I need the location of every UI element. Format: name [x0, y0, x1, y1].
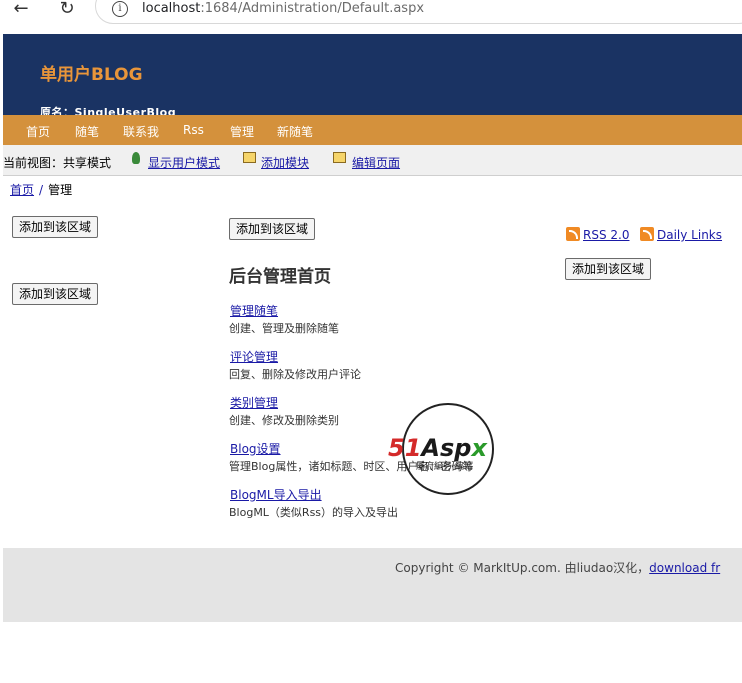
current-view-label: 当前视图：共享模式 [3, 156, 112, 170]
blog-settings-link[interactable]: Blog设置 [230, 440, 281, 457]
watermark-logo: 51Aspx [388, 434, 487, 462]
daily-links-link[interactable]: Daily Links [657, 228, 722, 242]
add-to-region-button-right[interactable]: 添加到该区域 [565, 258, 652, 280]
manage-comments-desc: 回复、删除及修改用户评论 [229, 368, 361, 381]
view-toolbar: 当前视图：共享模式 显示用户模式 添加模块 编辑页面 [3, 145, 742, 176]
manage-categories-desc: 创建、修改及删除类别 [229, 414, 339, 427]
breadcrumb-home[interactable]: 首页 [10, 183, 34, 197]
page-title: 后台管理首页 [229, 267, 331, 287]
url-host: localhost [142, 1, 201, 16]
manage-comments-link[interactable]: 评论管理 [230, 348, 278, 365]
add-to-region-button-center[interactable]: 添加到该区域 [229, 218, 316, 240]
blogml-import-export-link[interactable]: BlogML导入导出 [230, 486, 322, 503]
blogml-import-export-desc: BlogML（类似Rss）的导入及导出 [229, 506, 399, 519]
add-to-region-button-left-1[interactable]: 添加到该区域 [12, 216, 99, 238]
info-icon[interactable]: i [112, 1, 128, 17]
breadcrumb-current: 管理 [48, 183, 73, 197]
menu-item-new-post[interactable]: 新随笔 [277, 123, 313, 140]
menu-item-admin[interactable]: 管理 [230, 123, 254, 140]
menu-item-rss[interactable]: Rss [183, 123, 204, 137]
menu-item-home[interactable]: 首页 [26, 123, 50, 140]
reload-icon[interactable]: ↻ [54, 0, 80, 20]
footer: Copyright © MarkItUp.com. 由liudao汉化，down… [3, 548, 742, 622]
url-path: :1684/Administration/Default.aspx [200, 1, 425, 16]
daily-links-rss-icon[interactable] [640, 227, 654, 241]
breadcrumb: 首页 / 管理 [10, 181, 72, 198]
download-link[interactable]: download fr [649, 561, 720, 575]
add-to-region-button-left-2[interactable]: 添加到该区域 [12, 283, 99, 305]
original-name: 原名：SingleUserBlog [40, 106, 177, 115]
site-header: 单用户BLOG 原名：SingleUserBlog [3, 34, 742, 115]
footer-text: Copyright © MarkItUp.com. 由liudao汉化，down… [395, 559, 720, 576]
manage-posts-desc: 创建、管理及删除随笔 [229, 322, 339, 335]
edit-page-link[interactable]: 编辑页面 [352, 154, 400, 171]
add-module-link[interactable]: 添加模块 [261, 154, 309, 171]
copyright-text: Copyright © MarkItUp.com. 由liudao汉化， [395, 561, 650, 575]
module-icon [243, 152, 256, 163]
watermark-subtext: 屬府編务 編站 [416, 462, 473, 472]
back-arrow-icon[interactable]: ← [8, 0, 34, 20]
show-user-mode-link[interactable]: 显示用户模式 [148, 154, 220, 171]
edit-page-icon [333, 152, 346, 163]
menu-item-contact[interactable]: 联系我 [123, 123, 159, 140]
url-text[interactable]: localhost:1684/Administration/Default.as… [142, 1, 424, 16]
browser-toolbar: ← ↻ i localhost:1684/Administration/Defa… [0, 0, 742, 24]
user-icon [132, 152, 140, 164]
site-title: 单用户BLOG [40, 65, 143, 85]
rss-link[interactable]: RSS 2.0 [583, 228, 629, 242]
manage-categories-link[interactable]: 类别管理 [230, 394, 278, 411]
manage-posts-link[interactable]: 管理随笔 [230, 302, 278, 319]
menu-item-posts[interactable]: 随笔 [75, 123, 99, 140]
rss-feed-icon[interactable] [566, 227, 580, 241]
breadcrumb-separator: / [39, 183, 44, 197]
main-menu: 首页 随笔 联系我 Rss 管理 新随笔 [3, 115, 742, 145]
